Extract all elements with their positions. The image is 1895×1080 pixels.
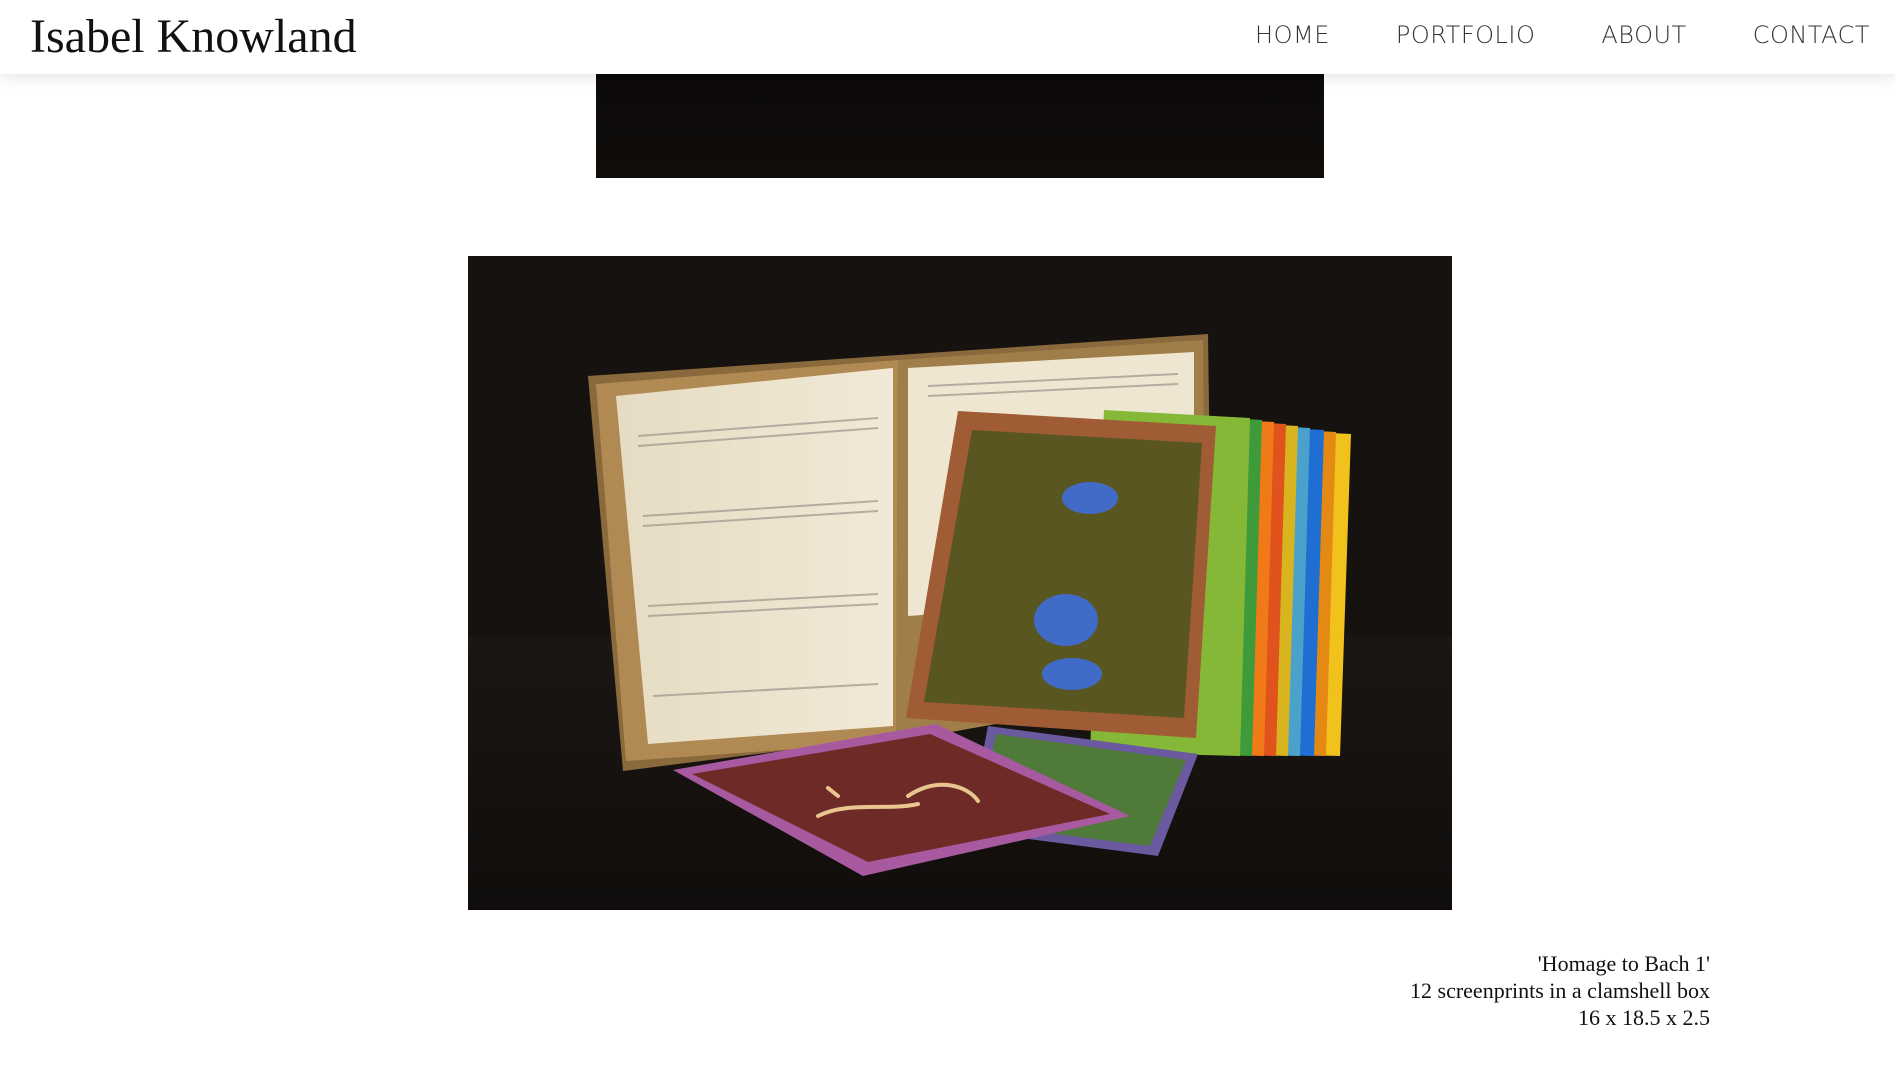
artwork-title: 'Homage to Bach 1' [1537, 951, 1710, 976]
site-header: Isabel Knowland HOME PORTFOLIO ABOUT CON… [0, 0, 1895, 74]
artwork-photo-illustration [468, 256, 1452, 910]
nav-about[interactable]: ABOUT [1601, 20, 1686, 50]
artwork-dimensions: 16 x 18.5 x 2.5 [1578, 1005, 1710, 1030]
previous-artwork-image [596, 74, 1324, 178]
main-nav: HOME PORTFOLIO ABOUT CONTACT [1255, 20, 1870, 50]
artwork-medium: 12 screenprints in a clamshell box [1410, 978, 1710, 1003]
nav-contact[interactable]: CONTACT [1753, 20, 1870, 50]
artwork-caption: 'Homage to Bach 1' 12 screenprints in a … [1410, 950, 1710, 1031]
artwork-photo [468, 256, 1452, 910]
nav-home[interactable]: HOME [1255, 20, 1330, 50]
site-title[interactable]: Isabel Knowland [30, 10, 357, 64]
nav-portfolio[interactable]: PORTFOLIO [1396, 20, 1536, 50]
